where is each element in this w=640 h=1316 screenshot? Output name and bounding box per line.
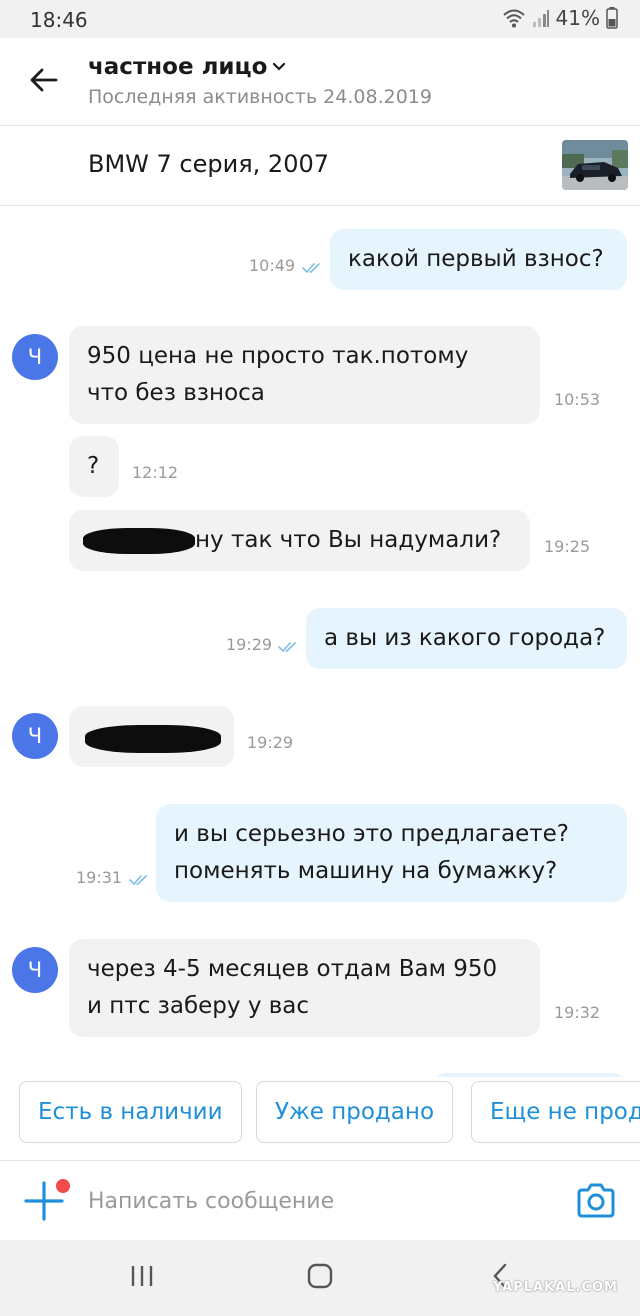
message-bubble-outgoing-partial (432, 1073, 627, 1077)
watermark: YAPLAKAL.COM (493, 1280, 618, 1295)
chevron-down-icon (271, 58, 287, 77)
quick-reply-sold[interactable]: Уже продано (256, 1081, 454, 1143)
message-time: 10:53 (554, 390, 601, 409)
message-time: 19:31 (76, 868, 123, 887)
chat-header: частное лицо Последняя активность 24.08.… (0, 38, 640, 126)
avatar[interactable]: Ч (12, 713, 58, 759)
status-time: 18:46 (30, 8, 88, 32)
message-bubble-outgoing[interactable]: и вы серьезно это предлагаете? поменять … (156, 804, 627, 902)
message-text: поменять машину на бумажку? (174, 858, 558, 884)
message-bubble-outgoing[interactable]: а вы из какого города? (306, 608, 627, 669)
message-input[interactable] (88, 1181, 548, 1221)
contact-name-dropdown[interactable]: частное лицо (88, 54, 432, 80)
back-button[interactable] (22, 60, 66, 104)
message-text: ну так что Вы надумали? (195, 527, 502, 553)
redacted-text (85, 724, 221, 753)
signal-icon (532, 9, 550, 27)
status-bar: 18:46 41% (0, 0, 640, 38)
message-text: ? (87, 453, 100, 479)
message-time: 12:12 (132, 463, 179, 482)
avatar[interactable]: Ч (12, 334, 58, 380)
wifi-icon (502, 8, 526, 28)
message-composer (0, 1160, 640, 1240)
status-icons: 41% (502, 6, 618, 30)
listing-title: BMW 7 серия, 2007 (88, 150, 329, 178)
double-check-icon (302, 259, 322, 278)
message-time: 19:29 (226, 635, 273, 654)
last-activity: Последняя активность 24.08.2019 (88, 86, 432, 108)
message-bubble-incoming[interactable]: через 4-5 месяцев отдам Вам 950 и птс за… (69, 939, 540, 1037)
avatar[interactable]: Ч (12, 947, 58, 993)
quick-reply-not-sold[interactable]: Еще не продано (471, 1081, 640, 1143)
message-time: 19:32 (554, 1003, 601, 1022)
redacted-text (83, 527, 195, 554)
message-text: и птс заберу у вас (87, 993, 310, 1019)
recents-icon (129, 1264, 155, 1292)
home-icon (306, 1262, 334, 1294)
message-bubble-incoming[interactable]: ну так что Вы надумали? (69, 510, 530, 571)
listing-thumbnail[interactable] (562, 140, 628, 190)
notification-dot (56, 1179, 70, 1193)
message-time: 19:29 (247, 733, 294, 752)
message-time: 19:25 (544, 537, 591, 556)
message-text: что без взноса (87, 380, 265, 406)
message-list[interactable]: 10:49 какой первый взнос? Ч 950 цена не … (0, 207, 640, 1077)
contact-name: частное лицо (88, 54, 268, 80)
camera-button[interactable] (574, 1179, 618, 1223)
listing-bar[interactable]: BMW 7 серия, 2007 (0, 126, 640, 206)
message-text: через 4-5 месяцев отдам Вам 950 (87, 956, 498, 982)
message-bubble-incoming[interactable]: 950 цена не просто так.потому что без вз… (69, 326, 540, 424)
camera-icon (574, 1183, 618, 1227)
message-text: 950 цена не просто так.потому (87, 343, 469, 369)
battery-icon (606, 7, 618, 29)
plus-icon (22, 1181, 70, 1229)
back-arrow-icon (30, 68, 58, 96)
message-bubble-incoming[interactable] (69, 706, 234, 767)
double-check-icon (129, 871, 149, 890)
message-bubble-incoming[interactable]: ? (69, 436, 119, 497)
quick-replies: Есть в наличии Уже продано Еще не продан… (0, 1078, 640, 1160)
double-check-icon (278, 638, 298, 657)
recents-button[interactable] (120, 1256, 164, 1300)
battery-percent: 41% (555, 6, 600, 30)
message-time: 10:49 (249, 256, 296, 275)
message-text: какой первый взнос? (348, 246, 604, 272)
home-button[interactable] (298, 1256, 342, 1300)
message-bubble-outgoing[interactable]: какой первый взнос? (330, 229, 627, 290)
message-text: а вы из какого города? (324, 625, 606, 651)
system-nav-bar: YAPLAKAL.COM (0, 1240, 640, 1316)
quick-reply-in-stock[interactable]: Есть в наличии (19, 1081, 242, 1143)
message-text: и вы серьезно это предлагаете? (174, 821, 570, 847)
